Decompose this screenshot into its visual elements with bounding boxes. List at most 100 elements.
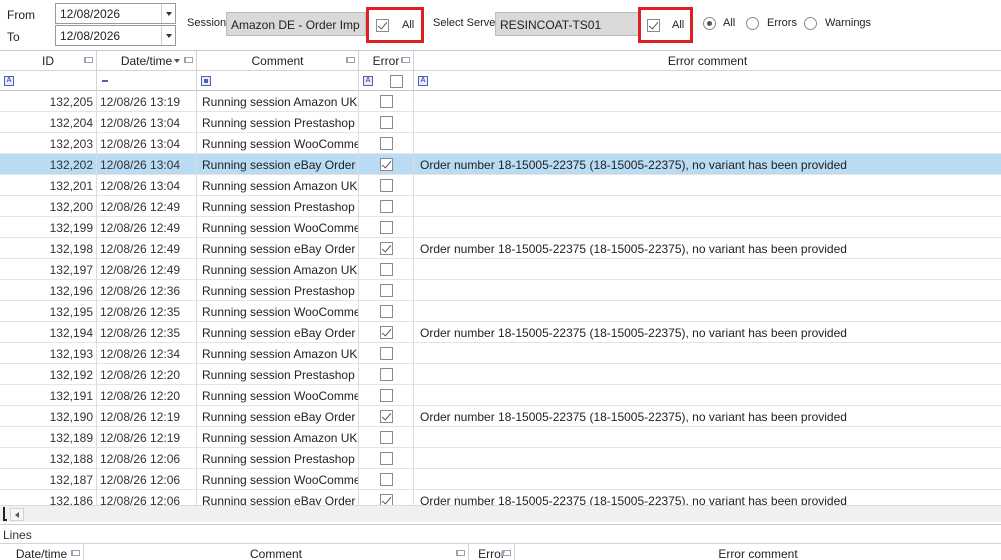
table-row[interactable]: 132,194 12/08/26 12:35 Running session eBa… [0, 322, 1001, 343]
error-checkbox[interactable] [380, 179, 393, 192]
error-checkbox[interactable] [380, 347, 393, 360]
table-row[interactable]: 132,192 12/08/26 12:20 Running session Pre… [0, 364, 1001, 385]
cell-error [359, 175, 414, 196]
table-row[interactable]: 132,198 12/08/26 12:49 Running session eBa… [0, 238, 1001, 259]
session-all-checkbox[interactable] [376, 19, 389, 32]
radio-warnings[interactable] [804, 17, 817, 30]
cell-error [359, 427, 414, 448]
error-checkbox[interactable] [380, 410, 393, 423]
lines-column-datetime[interactable]: Date/time [0, 544, 84, 560]
pin-icon[interactable] [456, 550, 465, 556]
lines-column-comment[interactable]: Comment [84, 544, 469, 560]
table-row[interactable]: 132,188 12/08/26 12:06 Running session Pre… [0, 448, 1001, 469]
to-date-value: 12/08/2026 [60, 28, 121, 43]
error-checkbox[interactable] [380, 305, 393, 318]
session-select[interactable]: Amazon DE - Order Imp [226, 12, 366, 36]
table-row[interactable]: 132,196 12/08/26 12:36 Running session Pre… [0, 280, 1001, 301]
column-header-error[interactable]: Error [359, 51, 414, 71]
grid-filter-row: A A A [0, 71, 1001, 91]
error-checkbox[interactable] [380, 200, 393, 213]
table-row[interactable]: 132,199 12/08/26 12:49 Running session Woo… [0, 217, 1001, 238]
error-checkbox[interactable] [380, 137, 393, 150]
chevron-down-icon[interactable] [161, 26, 175, 45]
table-row[interactable]: 132,193 12/08/26 12:34 Running session Ama… [0, 343, 1001, 364]
table-row[interactable]: 132,201 12/08/26 13:04 Running session Ama… [0, 175, 1001, 196]
error-checkbox[interactable] [380, 368, 393, 381]
error-checkbox[interactable] [380, 284, 393, 297]
table-row[interactable]: 132,205 12/08/26 13:19 Running session Ama… [0, 91, 1001, 112]
lines-column-error-comment[interactable]: Error comment [515, 544, 1001, 560]
error-checkbox[interactable] [380, 242, 393, 255]
radio-errors-label: Errors [767, 17, 797, 29]
error-filter-checkbox[interactable] [390, 75, 403, 88]
table-row[interactable]: 132,189 12/08/26 12:19 Running session Ama… [0, 427, 1001, 448]
cell-comment: Running session WooCommer [197, 385, 359, 406]
pin-icon[interactable] [346, 57, 355, 63]
error-checkbox[interactable] [380, 389, 393, 402]
filter-cell-comment[interactable] [197, 71, 359, 91]
error-checkbox[interactable] [380, 473, 393, 486]
pin-icon[interactable] [401, 57, 410, 63]
server-label: Select Server [433, 17, 500, 29]
checkbox-filter-icon[interactable] [201, 76, 211, 86]
pin-icon[interactable] [184, 57, 193, 63]
table-row[interactable]: 132,191 12/08/26 12:20 Running session Woo… [0, 385, 1001, 406]
error-checkbox[interactable] [380, 263, 393, 276]
from-date-picker[interactable]: 12/08/2026 [55, 3, 176, 24]
column-header-datetime[interactable]: Date/time [97, 51, 197, 71]
server-all-checkbox[interactable] [647, 19, 660, 32]
error-checkbox[interactable] [380, 158, 393, 171]
cell-error [359, 238, 414, 259]
cell-datetime: 12/08/26 13:04 [97, 154, 197, 175]
text-filter-icon[interactable]: A [363, 76, 373, 86]
column-header-comment[interactable]: Comment [197, 51, 359, 71]
cell-id: 132,200 [0, 196, 97, 217]
error-checkbox[interactable] [380, 452, 393, 465]
error-checkbox[interactable] [380, 95, 393, 108]
radio-all[interactable] [703, 17, 716, 30]
text-filter-icon[interactable]: A [418, 76, 428, 86]
chevron-down-icon[interactable] [161, 4, 175, 23]
table-row[interactable]: 132,200 12/08/26 12:49 Running session Pre… [0, 196, 1001, 217]
lines-grid-header: Date/time Comment Error Error comment [0, 543, 1001, 560]
cell-datetime: 12/08/26 13:19 [97, 91, 197, 112]
table-row[interactable]: 132,203 12/08/26 13:04 Running session Woo… [0, 133, 1001, 154]
filter-cell-error-comment[interactable]: A [414, 71, 1001, 91]
cell-error [359, 364, 414, 385]
filter-cell-error[interactable]: A [359, 71, 414, 91]
cell-id: 132,187 [0, 469, 97, 490]
to-date-picker[interactable]: 12/08/2026 [55, 25, 176, 46]
server-select[interactable]: RESINCOAT-TS01 [495, 12, 639, 36]
cell-id: 132,197 [0, 259, 97, 280]
table-row[interactable]: 132,187 12/08/26 12:06 Running session Woo… [0, 469, 1001, 490]
column-header-id[interactable]: ID [0, 51, 97, 71]
pin-icon[interactable] [71, 550, 80, 556]
horizontal-scrollbar[interactable] [0, 505, 1001, 522]
error-checkbox[interactable] [380, 326, 393, 339]
column-header-error-comment[interactable]: Error comment [414, 51, 1001, 71]
lines-column-error[interactable]: Error [469, 544, 515, 560]
text-filter-icon[interactable]: A [4, 76, 14, 86]
table-row[interactable]: 132,190 12/08/26 12:19 Running session eBa… [0, 406, 1001, 427]
cell-error [359, 448, 414, 469]
pin-icon[interactable] [84, 57, 93, 63]
error-checkbox[interactable] [380, 431, 393, 444]
resize-grip-icon[interactable] [3, 507, 7, 521]
error-checkbox[interactable] [380, 116, 393, 129]
cell-comment: Running session WooCommer [197, 133, 359, 154]
table-row[interactable]: 132,195 12/08/26 12:35 Running session Woo… [0, 301, 1001, 322]
filter-cell-datetime[interactable] [97, 71, 197, 91]
pin-icon[interactable] [502, 550, 511, 556]
error-checkbox[interactable] [380, 221, 393, 234]
scroll-left-arrow-icon[interactable] [10, 508, 24, 521]
table-row[interactable]: 132,197 12/08/26 12:49 Running session Ama… [0, 259, 1001, 280]
table-row[interactable]: 132,204 12/08/26 13:04 Running session Pre… [0, 112, 1001, 133]
cell-error [359, 217, 414, 238]
filter-cell-id[interactable]: A [0, 71, 97, 91]
cell-error-comment: Order number 18-15005-22375 (18-15005-22… [420, 410, 847, 424]
date-filter-icon[interactable] [101, 76, 111, 86]
cell-comment: Running session Prestashop [197, 280, 359, 301]
radio-errors[interactable] [746, 17, 759, 30]
table-row[interactable]: 132,202 12/08/26 13:04 Running session eBa… [0, 154, 1001, 175]
cell-comment: Running session WooCommer [197, 301, 359, 322]
